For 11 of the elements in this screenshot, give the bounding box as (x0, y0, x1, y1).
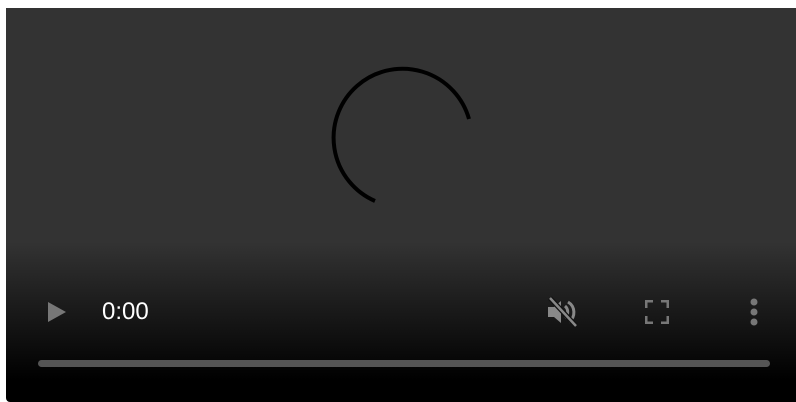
play-icon (48, 302, 66, 322)
more-options-button[interactable] (750, 298, 758, 326)
muted-speaker-icon (546, 296, 578, 328)
fullscreen-button[interactable] (645, 300, 669, 324)
video-player[interactable]: 0:00 (6, 8, 796, 402)
mute-button[interactable] (546, 296, 578, 328)
play-button[interactable] (48, 302, 66, 322)
current-time: 0:00 (102, 300, 149, 324)
progress-track[interactable] (38, 360, 770, 367)
kebab-menu-icon (750, 298, 758, 326)
fullscreen-icon (645, 300, 669, 324)
